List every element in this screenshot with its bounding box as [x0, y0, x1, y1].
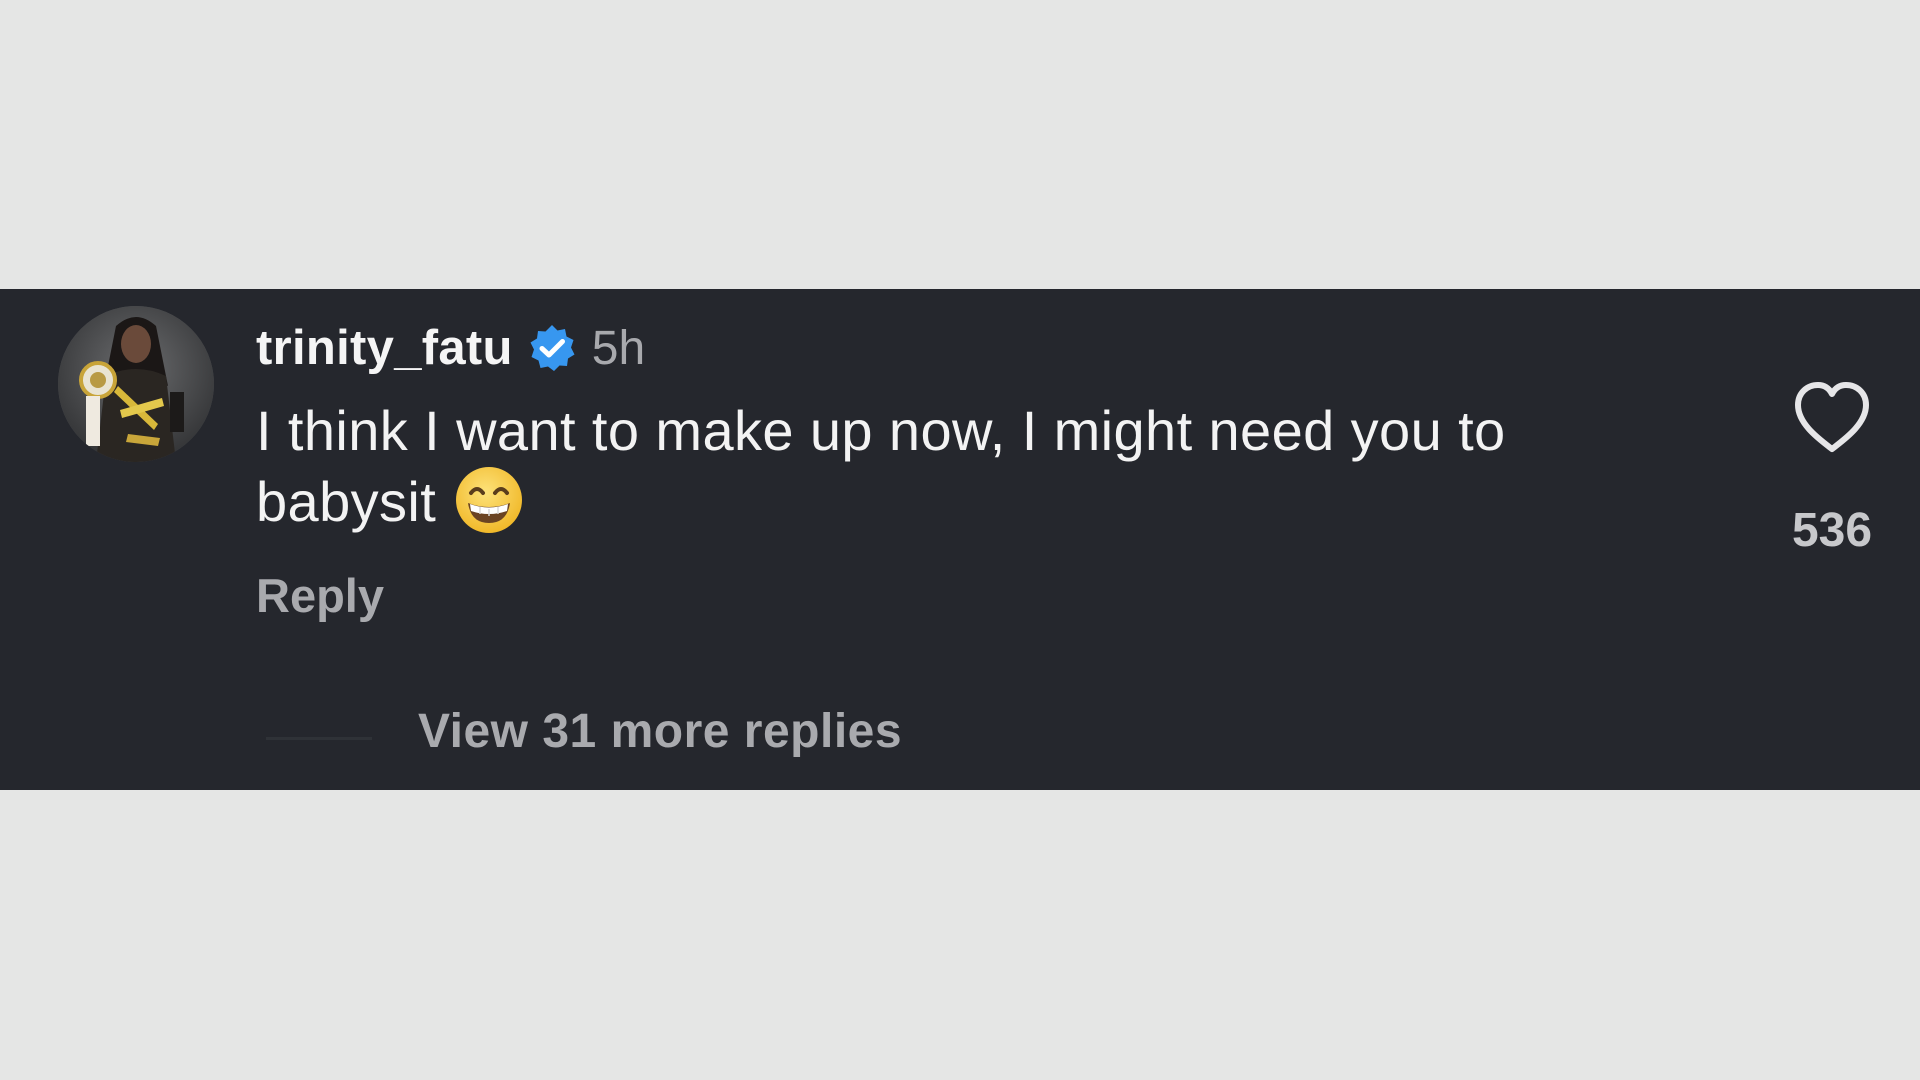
reply-button[interactable]: Reply [256, 568, 384, 623]
heart-outline-icon[interactable] [1792, 381, 1872, 455]
username[interactable]: trinity_fatu [256, 320, 513, 376]
comment-header: trinity_fatu 5h [256, 317, 645, 379]
comment-body: I think I want to make up now, I might n… [256, 397, 1696, 536]
view-more-replies-button[interactable]: View 31 more replies [418, 704, 902, 759]
grinning-face-emoji-icon [454, 465, 524, 535]
comment-text: I think I want to make up now, I might n… [256, 399, 1506, 533]
like-count: 536 [1791, 504, 1873, 557]
timestamp: 5h [591, 321, 646, 375]
avatar[interactable] [58, 306, 214, 462]
avatar-image [58, 306, 214, 462]
verified-badge-icon [527, 323, 577, 373]
replies-divider [266, 737, 372, 740]
comment-panel: trinity_fatu 5h I think I want to make u… [0, 289, 1920, 790]
